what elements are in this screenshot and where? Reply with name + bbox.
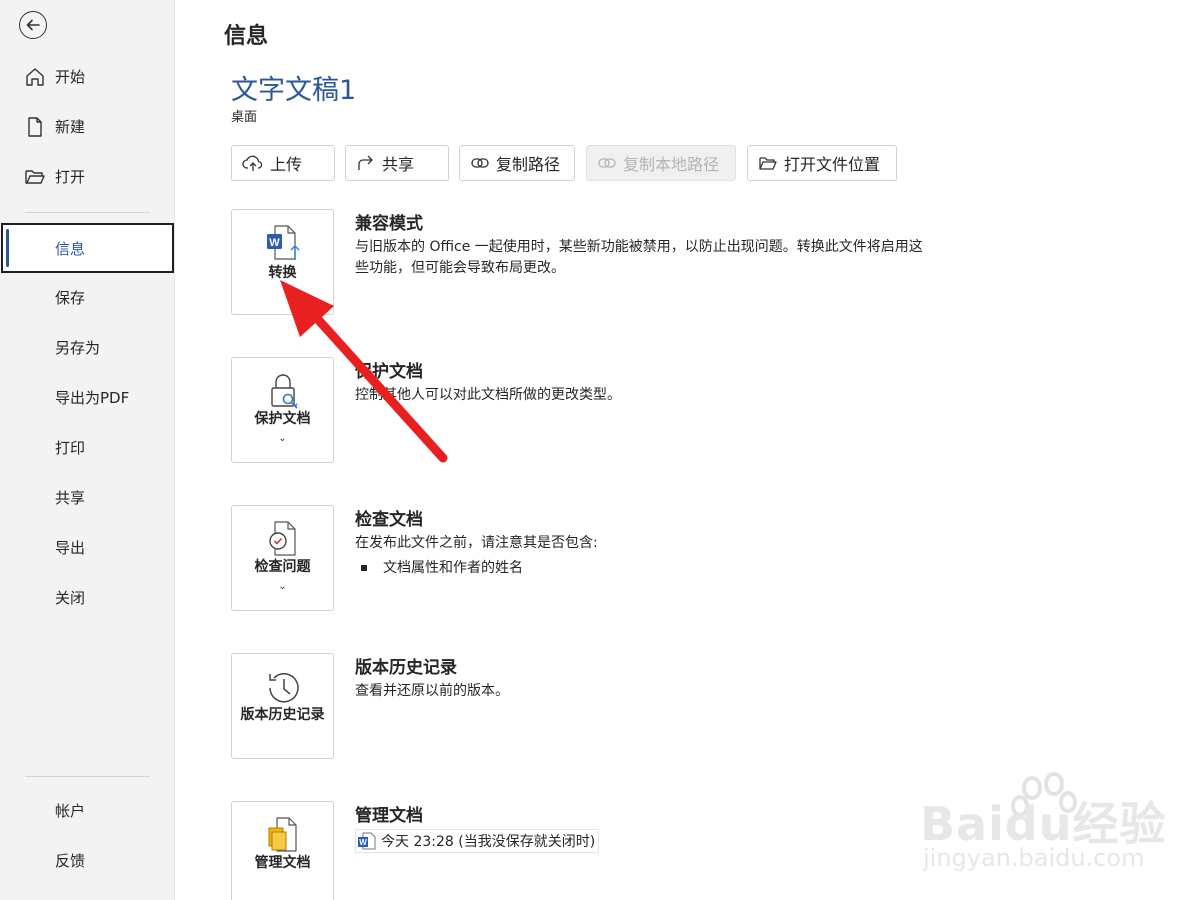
new-document-icon [28,117,42,137]
folder-icon [759,157,777,170]
sidebar-item-label: 共享 [55,488,86,507]
protect-document-label: 保护文档 [254,411,311,427]
link-icon [471,158,489,168]
sidebar-item-save[interactable]: 保存 [0,277,175,317]
sidebar-item-label: 开始 [55,67,86,86]
version-history-description: 查看并还原以前的版本。 [355,683,509,699]
protect-document-description: 控制其他人可以对此文档所做的更改类型。 [355,387,621,403]
sidebar-item-label: 保存 [55,288,86,307]
copy-local-path-label: 复制本地路径 [623,155,720,174]
inspect-document-section: 检查问题 ⌄ 检查文档 在发布此文件之前，请注意其是否包含: 文档属性和作者的姓… [231,505,1131,615]
sidebar-item-label: 打印 [55,438,86,457]
sidebar-item-share[interactable]: 共享 [0,477,175,517]
bullet-square-icon [361,565,367,571]
document-title: 文字文稿1 [231,75,357,106]
back-arrow-icon[interactable] [19,11,47,39]
svg-text:W: W [359,838,367,847]
inspect-bullet-item: 文档属性和作者的姓名 [361,557,523,577]
cloud-upload-icon [242,155,263,171]
lock-key-icon [270,374,298,409]
sidebar-item-label: 打开 [55,167,86,186]
word-convert-icon: W [266,225,299,260]
open-file-location-button[interactable]: 打开文件位置 [747,145,897,181]
protect-document-section: 保护文档 ⌄ 保护文档 控制其他人可以对此文档所做的更改类型。 [231,357,1131,467]
version-history-heading: 版本历史记录 [355,658,457,678]
check-issues-button[interactable]: 检查问题 ⌄ [231,505,334,611]
version-history-button[interactable]: 版本历史记录 [231,653,334,759]
manage-document-icon [268,817,297,852]
compat-mode-description: 与旧版本的 Office 一起使用时，某些新功能被禁用，以防止出现问题。转换此文… [355,239,923,276]
protect-document-heading: 保护文档 [355,362,423,382]
convert-button[interactable]: W 转换 [231,209,334,315]
copy-path-button[interactable]: 复制路径 [459,145,575,181]
sidebar-item-label: 导出 [55,538,86,557]
sidebar-item-label: 另存为 [55,338,101,357]
open-location-label: 打开文件位置 [784,155,881,174]
sidebar-divider [25,776,150,777]
sidebar-item-home[interactable]: 开始 [0,56,175,96]
sidebar-item-print[interactable]: 打印 [0,427,175,467]
share-button[interactable]: 共享 [345,145,449,181]
version-history-label: 版本历史记录 [240,707,325,723]
svg-text:W: W [269,237,280,249]
autosave-version-entry[interactable]: W 今天 23:28 (当我没保存就关闭时) [355,829,600,853]
upload-label: 上传 [270,155,303,174]
backstage-sidebar: 开始 新建 打开 信息 保存 另存为 导出为PDF 打印 共享 导出 关闭 帐户… [0,0,175,900]
history-clock-icon [268,673,299,703]
watermark-url-text: jingyan.baidu.com [923,844,1145,872]
sidebar-item-export-pdf[interactable]: 导出为PDF [0,377,175,417]
sidebar-item-label: 关闭 [55,588,86,607]
sidebar-item-label: 新建 [55,117,86,136]
check-issues-label: 检查问题 [254,559,311,575]
sidebar-item-label: 反馈 [55,851,86,870]
info-pane: 信息 文字文稿1 桌面 上传 共享 复制路径 复制本地路径 打开文件位置 W 转… [176,0,1200,900]
manage-document-button[interactable]: 管理文档 [231,801,334,900]
baidu-watermark: Baidu经验 jingyan.baidu.com [918,770,1188,890]
compat-mode-section: W 转换 兼容模式 与旧版本的 Office 一起使用时，某些新功能被禁用，以防… [231,209,1131,319]
chevron-down-icon: ⌄ [278,581,287,592]
bullet-text: 文档属性和作者的姓名 [383,560,523,576]
copy-local-path-button[interactable]: 复制本地路径 [586,145,736,181]
inspect-document-heading: 检查文档 [355,510,423,530]
share-icon [358,155,373,170]
version-history-section: 版本历史记录 版本历史记录 查看并还原以前的版本。 [231,653,1131,763]
sidebar-item-label: 帐户 [55,801,86,820]
link-icon [598,158,616,168]
page-title: 信息 [224,24,269,49]
compat-mode-heading: 兼容模式 [355,214,423,234]
word-file-icon: W [358,832,376,850]
version-entry-text: 今天 23:28 (当我没保存就关闭时) [381,834,596,850]
home-icon [26,68,44,86]
sidebar-item-new[interactable]: 新建 [0,106,175,146]
inspect-document-description: 在发布此文件之前，请注意其是否包含: [355,535,598,551]
upload-button[interactable]: 上传 [231,145,335,181]
open-folder-icon [25,170,45,184]
sidebar-item-export[interactable]: 导出 [0,527,175,567]
sidebar-item-close[interactable]: 关闭 [0,577,175,617]
document-location: 桌面 [231,110,258,125]
sidebar-item-account[interactable]: 帐户 [0,790,175,830]
manage-document-label: 管理文档 [254,855,311,871]
sidebar-divider [25,212,150,213]
chevron-down-icon: ⌄ [278,433,287,444]
sidebar-item-label: 信息 [55,239,86,258]
sidebar-item-label: 导出为PDF [55,388,130,407]
protect-document-button[interactable]: 保护文档 ⌄ [231,357,334,463]
copy-path-label: 复制路径 [496,155,561,174]
inspect-document-icon [268,521,296,556]
sidebar-item-info[interactable]: 信息 [1,223,174,273]
share-label: 共享 [382,155,415,174]
sidebar-item-open[interactable]: 打开 [0,156,175,196]
manage-document-heading: 管理文档 [355,806,423,826]
sidebar-item-save-as[interactable]: 另存为 [0,327,175,367]
convert-label: 转换 [268,265,297,281]
sidebar-item-feedback[interactable]: 反馈 [0,840,175,880]
